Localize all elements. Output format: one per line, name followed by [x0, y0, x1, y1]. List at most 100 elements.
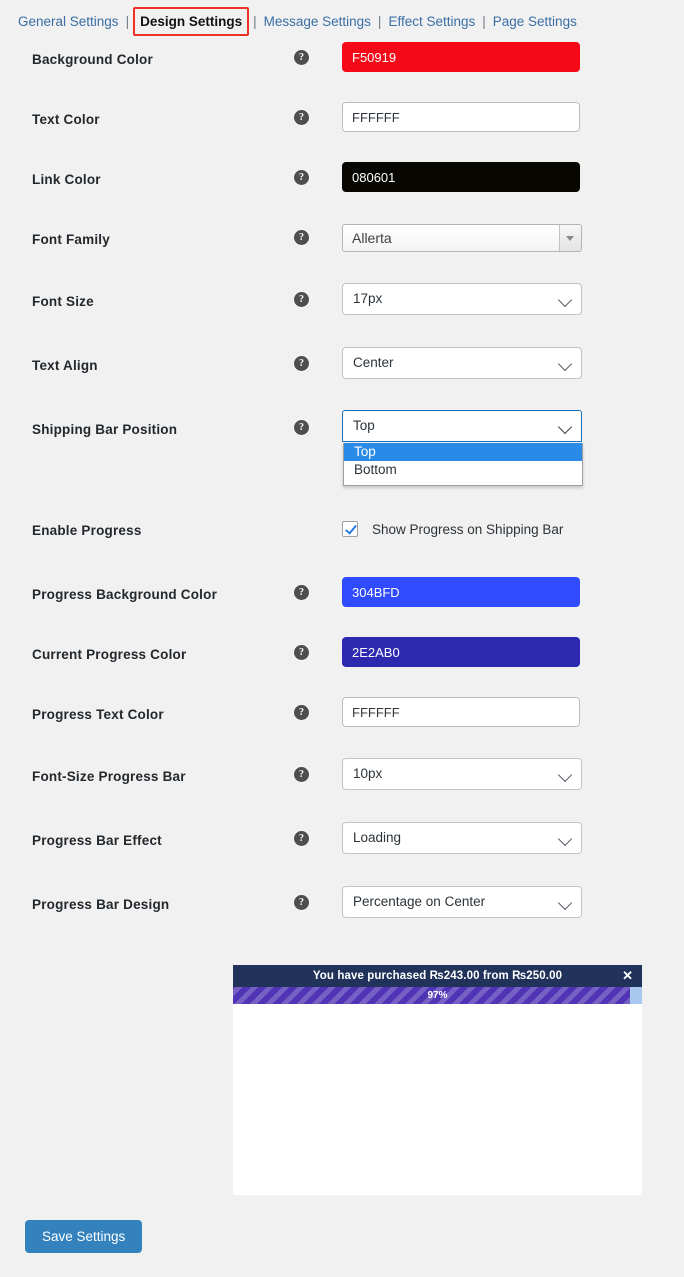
help-icon[interactable]: ?	[294, 645, 309, 660]
option-bottom[interactable]: Bottom	[344, 461, 582, 479]
help-icon[interactable]: ?	[294, 230, 309, 245]
field-font-size-progress-bar: 10px	[342, 758, 582, 790]
link-color-input[interactable]	[342, 162, 580, 192]
preview-message: You have purchased ₨243.00 from ₨250.00	[312, 970, 563, 982]
text-color-input[interactable]	[342, 102, 580, 132]
progress-text-color-input[interactable]	[342, 697, 580, 727]
font-size-progress-bar-select[interactable]: 10px	[342, 758, 582, 790]
design-settings-form: Background Color ? Text Color ? Link Col…	[0, 42, 684, 949]
preview-notification-bar: You have purchased ₨243.00 from ₨250.00 …	[233, 965, 642, 987]
help-icon[interactable]: ?	[294, 895, 309, 910]
font-size-value: 17px	[353, 291, 383, 306]
row-text-color: Text Color ?	[0, 102, 684, 162]
chevron-down-icon	[566, 236, 574, 241]
label-enable-progress: Enable Progress	[32, 523, 142, 538]
tab-page-settings[interactable]: Page Settings	[493, 14, 577, 29]
enable-progress-checkbox-label: Show Progress on Shipping Bar	[372, 521, 564, 537]
tab-separator: |	[253, 13, 257, 29]
label-background-color: Background Color	[32, 52, 153, 67]
label-shipping-bar-position: Shipping Bar Position	[32, 422, 178, 437]
row-font-family: Font Family ? Allerta	[0, 222, 684, 282]
progress-bar-design-select[interactable]: Percentage on Center	[342, 886, 582, 918]
label-progress-bar-design: Progress Bar Design	[32, 897, 170, 912]
row-progress-bar-effect: Progress Bar Effect ? Loading	[0, 821, 684, 885]
font-family-select[interactable]: Allerta	[342, 224, 582, 252]
preview-progress-track: 97%	[233, 987, 642, 1004]
field-link-color	[342, 162, 580, 192]
help-icon[interactable]: ?	[294, 356, 309, 371]
chevron-down-icon	[557, 419, 573, 435]
tab-separator: |	[482, 13, 486, 29]
font-family-value: Allerta	[352, 230, 392, 246]
field-text-color	[342, 102, 580, 132]
text-align-select[interactable]: Center	[342, 347, 582, 379]
row-enable-progress: Enable Progress Show Progress on Shippin…	[0, 513, 684, 577]
help-icon[interactable]: ?	[294, 767, 309, 782]
field-progress-bar-effect: Loading	[342, 822, 582, 854]
help-icon[interactable]: ?	[294, 705, 309, 720]
background-color-input[interactable]	[342, 42, 580, 72]
checkbox-icon[interactable]	[342, 521, 358, 537]
row-link-color: Link Color ?	[0, 162, 684, 222]
shipping-bar-position-options: Top Bottom	[343, 443, 583, 486]
tab-design-settings[interactable]: Design Settings	[133, 6, 250, 36]
chevron-down-icon	[557, 895, 573, 911]
close-icon[interactable]: ✕	[622, 965, 633, 987]
label-font-size: Font Size	[32, 294, 94, 309]
shipping-bar-position-select[interactable]: Top Top Bottom	[342, 410, 583, 486]
chevron-down-icon	[557, 292, 573, 308]
chevron-down-icon	[557, 767, 573, 783]
help-icon[interactable]: ?	[294, 585, 309, 600]
label-progress-text-color: Progress Text Color	[32, 707, 164, 722]
tab-effect-settings[interactable]: Effect Settings	[388, 14, 475, 29]
row-progress-text-color: Progress Text Color ?	[0, 697, 684, 757]
tab-separator: |	[377, 13, 382, 29]
label-progress-bar-effect: Progress Bar Effect	[32, 833, 162, 848]
help-icon[interactable]: ?	[294, 831, 309, 846]
label-progress-background-color: Progress Background Color	[32, 587, 218, 602]
enable-progress-checkbox-wrap[interactable]: Show Progress on Shipping Bar	[342, 521, 563, 537]
row-font-size-progress-bar: Font-Size Progress Bar ? 10px	[0, 757, 684, 821]
progress-bar-effect-select[interactable]: Loading	[342, 822, 582, 854]
row-current-progress-color: Current Progress Color ?	[0, 637, 684, 697]
progress-bar-effect-value: Loading	[353, 830, 402, 845]
tab-separator: |	[125, 13, 130, 29]
row-text-align: Text Align ? Center	[0, 346, 684, 410]
field-progress-background-color	[342, 577, 580, 607]
help-icon[interactable]: ?	[294, 420, 309, 435]
option-top[interactable]: Top	[344, 443, 582, 461]
field-progress-bar-design: Percentage on Center	[342, 886, 582, 918]
field-text-align: Center	[342, 347, 582, 379]
field-shipping-bar-position: Top Top Bottom	[342, 410, 583, 486]
label-font-size-progress-bar: Font-Size Progress Bar	[32, 769, 186, 784]
help-icon[interactable]: ?	[294, 50, 309, 65]
save-settings-button[interactable]: Save Settings	[25, 1220, 143, 1253]
dropdown-padding	[344, 479, 582, 485]
row-progress-bar-design: Progress Bar Design ? Percentage on Cent…	[0, 885, 684, 949]
settings-tab-bar: General Settings | Design Settings | Mes…	[0, 0, 684, 42]
help-icon[interactable]: ?	[294, 170, 309, 185]
field-current-progress-color	[342, 637, 580, 667]
chevron-down-icon	[557, 831, 573, 847]
progress-bar-design-value: Percentage on Center	[353, 894, 486, 909]
font-size-progress-bar-value: 10px	[353, 766, 383, 781]
field-progress-text-color	[342, 697, 580, 727]
label-text-color: Text Color	[32, 112, 100, 127]
row-shipping-bar-position: Shipping Bar Position ? Top Top Bottom	[0, 410, 684, 513]
tab-message-settings[interactable]: Message Settings	[264, 14, 371, 29]
chevron-down-icon	[557, 356, 573, 372]
current-progress-color-input[interactable]	[342, 637, 580, 667]
text-align-value: Center	[353, 355, 394, 370]
preview-progress-percent: 97%	[427, 990, 448, 1001]
label-current-progress-color: Current Progress Color	[32, 647, 187, 662]
help-icon[interactable]: ?	[294, 292, 309, 307]
dropdown-button[interactable]	[559, 225, 581, 251]
progress-background-color-input[interactable]	[342, 577, 580, 607]
help-icon[interactable]: ?	[294, 110, 309, 125]
field-font-size: 17px	[342, 283, 582, 315]
row-progress-background-color: Progress Background Color ?	[0, 577, 684, 637]
row-font-size: Font Size ? 17px	[0, 282, 684, 346]
tab-general-settings[interactable]: General Settings	[18, 14, 119, 29]
font-size-select[interactable]: 17px	[342, 283, 582, 315]
field-background-color	[342, 42, 580, 72]
